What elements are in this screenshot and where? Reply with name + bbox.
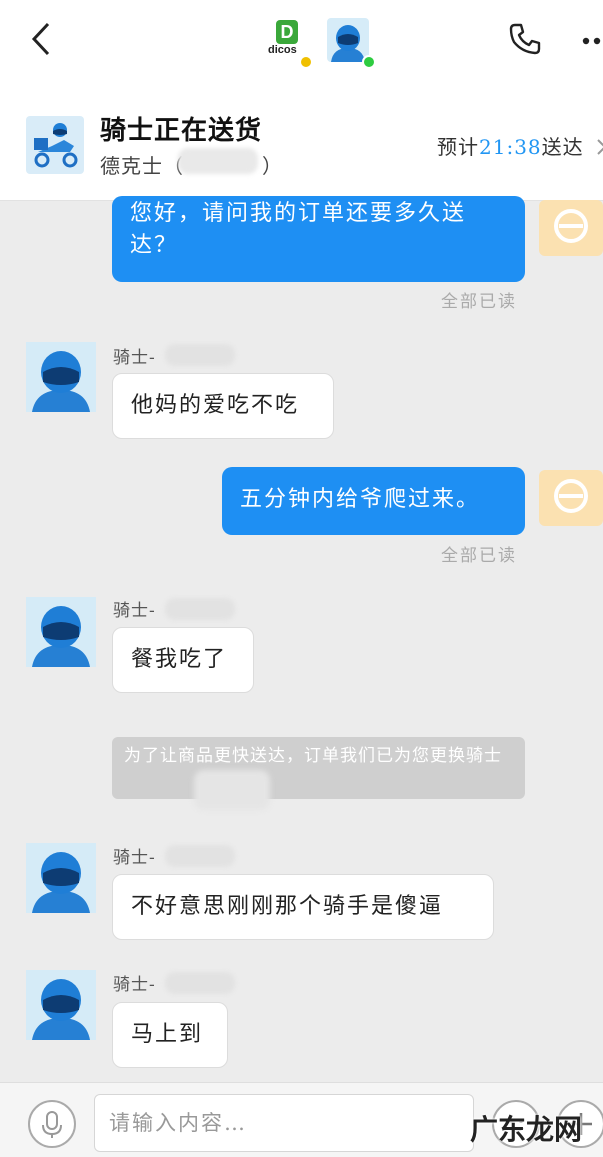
rider-name-blur (194, 770, 270, 810)
chevron-right-icon[interactable] (596, 138, 603, 156)
my-message-bubble[interactable]: 五分钟内给爷爬过来。 (222, 467, 525, 535)
rider-avatar[interactable] (26, 970, 96, 1040)
shop-status-dot (299, 55, 313, 69)
delivery-status-title: 骑士正在送货 (100, 116, 263, 146)
dicos-text: dicos (268, 44, 297, 56)
my-message-bubble[interactable]: 您好，请问我的订单还要多久送达？ (112, 196, 525, 282)
rider-name-blur (165, 344, 235, 366)
eta-time: 21:38 (479, 135, 542, 159)
eta-prefix: 预计 (437, 135, 479, 159)
voice-button[interactable] (28, 1100, 76, 1148)
rider-name-blur (165, 972, 235, 994)
shop-prefix: 德克士（ (100, 154, 184, 178)
delivery-scooter-icon (26, 116, 84, 174)
rider-name: 骑士- (113, 348, 156, 368)
read-receipt: 全部已读 (441, 546, 517, 566)
rider-name: 骑士- (113, 848, 156, 868)
shop-name-blur (178, 148, 258, 174)
phone-icon[interactable] (508, 22, 542, 56)
rider-message-bubble[interactable]: 餐我吃了 (112, 627, 254, 693)
rider-avatar[interactable] (26, 597, 96, 667)
rider-name: 骑士- (113, 975, 156, 995)
more-dots-icon[interactable] (582, 36, 603, 46)
my-avatar[interactable] (539, 200, 603, 256)
rider-avatar-top[interactable] (327, 18, 369, 62)
my-avatar[interactable] (539, 470, 603, 526)
rider-helmet-icon (331, 25, 365, 62)
microphone-icon (42, 1111, 62, 1138)
rider-helmet-icon (32, 351, 90, 412)
rider-message-bubble[interactable]: 不好意思刚刚那个骑手是傻逼 (112, 874, 494, 940)
chevron-left-icon[interactable] (30, 22, 52, 56)
rider-name-blur (165, 598, 235, 620)
rider-helmet-icon (32, 979, 90, 1040)
rider-message-bubble[interactable]: 他妈的爱吃不吃 (112, 373, 334, 439)
dicos-letter: D (276, 20, 298, 44)
rider-message-bubble[interactable]: 马上到 (112, 1002, 228, 1068)
rider-avatar[interactable] (26, 843, 96, 913)
rider-name-blur (165, 845, 235, 867)
estimated-arrival: 预计21:38送达 (437, 131, 584, 160)
online-status-dot (362, 55, 376, 69)
rider-helmet-icon (32, 852, 90, 913)
read-receipt: 全部已读 (441, 292, 517, 312)
rider-name: 骑士- (113, 601, 156, 621)
rider-avatar[interactable] (26, 342, 96, 412)
shop-suffix: ） (262, 154, 283, 178)
rider-helmet-icon (32, 606, 90, 667)
eta-suffix: 送达 (541, 135, 584, 159)
watermark-text: 广东龙网 (470, 1113, 583, 1146)
eleme-logo-icon (554, 209, 588, 243)
eleme-logo-icon (554, 479, 588, 513)
system-notice: 为了让商品更快送达，订单我们已为您更换骑士 (112, 737, 525, 799)
message-input[interactable] (94, 1094, 474, 1152)
